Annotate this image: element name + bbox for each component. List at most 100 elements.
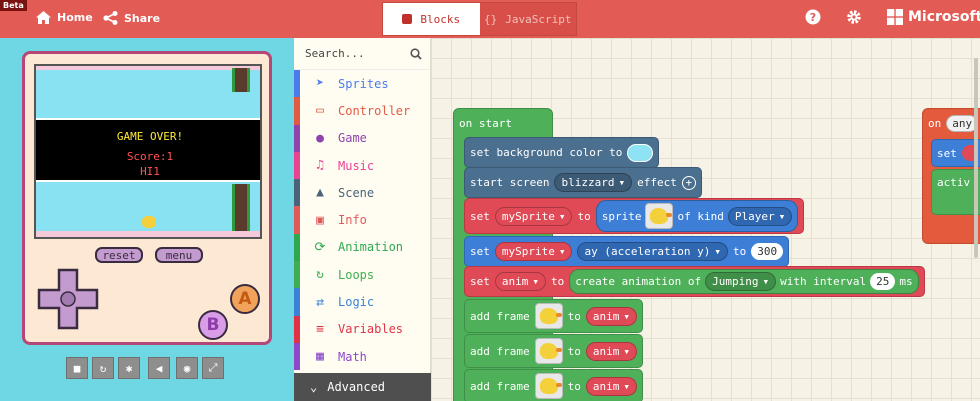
share-label: Share bbox=[124, 11, 161, 25]
restart-icon: ↻ bbox=[99, 361, 107, 375]
image-picker[interactable] bbox=[534, 373, 563, 399]
set-background-block[interactable]: set background color to bbox=[464, 137, 660, 168]
set-sprite-block[interactable]: set mySprite ▾ to sprite of kind Player ▾ bbox=[464, 198, 805, 234]
variable-dropdown[interactable]: anim ▾ bbox=[585, 341, 637, 361]
tab-blocks[interactable]: Blocks bbox=[383, 3, 480, 35]
set-block-partial[interactable]: set bbox=[931, 139, 980, 167]
category-list: ➤ Sprites ▭ Controller ● Game ♫ Music ▲ Scene… bbox=[294, 70, 430, 371]
category-logic[interactable]: ⇄ Logic bbox=[294, 288, 430, 316]
search-box[interactable]: Search... bbox=[294, 38, 430, 70]
chevron-down-icon: ▾ bbox=[778, 209, 786, 223]
image-picker[interactable] bbox=[645, 203, 674, 229]
game-over-text: GAME OVER! bbox=[116, 130, 184, 143]
game-screen[interactable]: GAME OVER! Score:1 HI1 bbox=[34, 64, 262, 239]
to-text: to bbox=[567, 344, 581, 358]
category-sprites[interactable]: ➤ Sprites bbox=[294, 70, 430, 98]
variable-dropdown[interactable]: anim ▾ bbox=[494, 272, 546, 291]
settings-button[interactable] bbox=[846, 9, 862, 25]
reset-button[interactable]: reset bbox=[95, 247, 143, 263]
home-button[interactable]: Home bbox=[36, 11, 93, 24]
category-scene[interactable]: ▲ Scene bbox=[294, 179, 430, 207]
interval-input[interactable]: 25 bbox=[870, 273, 896, 290]
image-picker[interactable] bbox=[534, 338, 563, 364]
variable-dropdown[interactable]: mySprite ▾ bbox=[494, 206, 573, 226]
category-variables[interactable]: ≡ Variables bbox=[294, 315, 430, 343]
microsoft-label: Microsoft bbox=[908, 9, 980, 25]
category-info[interactable]: ▣ Info bbox=[294, 206, 430, 234]
variable-dropdown[interactable]: anim ▾ bbox=[585, 306, 637, 326]
image-picker[interactable] bbox=[534, 303, 563, 329]
button-b[interactable]: B bbox=[198, 310, 228, 340]
paper-plane-icon: ➤ bbox=[316, 76, 324, 92]
variable-value: anim bbox=[592, 379, 620, 393]
variable-dropdown[interactable]: mySprite ▾ bbox=[494, 242, 573, 261]
category-controller[interactable]: ▭ Controller bbox=[294, 97, 430, 125]
blocks-workspace[interactable]: on start set background color to start s… bbox=[431, 38, 980, 401]
menu-button[interactable]: menu bbox=[155, 247, 203, 263]
animation-action-dropdown[interactable]: Jumping ▾ bbox=[705, 272, 777, 291]
duck-icon bbox=[539, 378, 562, 394]
variable-dropdown[interactable]: anim ▾ bbox=[585, 376, 637, 396]
braces-icon: {} bbox=[484, 12, 498, 26]
on-start-label: on start bbox=[459, 117, 512, 130]
screenshot-button[interactable]: ◉ bbox=[176, 357, 198, 379]
simulator-panel: GAME OVER! Score:1 HI1 reset menu A B ■ … bbox=[0, 38, 294, 401]
home-label: Home bbox=[57, 11, 93, 24]
category-label: Animation bbox=[338, 240, 404, 255]
mute-button[interactable]: ◀ bbox=[148, 357, 170, 379]
category-advanced[interactable]: ⌄ Advanced bbox=[294, 373, 431, 401]
set-acceleration-block[interactable]: set mySprite ▾ ay (acceleration y) ▾ to 30… bbox=[464, 236, 790, 267]
chevron-down-icon: ⌄ bbox=[310, 380, 318, 394]
set-text: set bbox=[937, 146, 957, 160]
duck-icon bbox=[650, 208, 673, 224]
add-frame-block-1[interactable]: add frame to anim ▾ bbox=[464, 299, 643, 333]
circle-icon: ● bbox=[316, 130, 324, 146]
add-frame-block-2[interactable]: add frame to anim ▾ bbox=[464, 334, 643, 368]
to-text: to bbox=[577, 209, 591, 223]
headphones-icon: ♫ bbox=[316, 158, 324, 174]
search-input[interactable]: Search... bbox=[305, 47, 365, 60]
category-label: Game bbox=[338, 131, 367, 146]
effect-dropdown[interactable]: blizzard ▾ bbox=[554, 173, 633, 192]
activate-block-partial[interactable]: activ bbox=[931, 169, 980, 215]
share-icon bbox=[103, 11, 118, 25]
on-any-block[interactable]: on any set activ bbox=[922, 108, 980, 244]
to-text: to bbox=[551, 275, 565, 288]
event-value: any bbox=[952, 117, 973, 130]
set-text: set bbox=[470, 275, 490, 288]
to-text: to bbox=[732, 245, 747, 258]
set-anim-block[interactable]: set anim ▾ to create animation of Jumping… bbox=[464, 266, 925, 297]
stop-button[interactable]: ■ bbox=[66, 357, 88, 379]
start-screen-block[interactable]: start screen blizzard ▾ effect + bbox=[464, 167, 702, 198]
microsoft-logo[interactable]: Microsoft bbox=[887, 9, 980, 25]
share-button[interactable]: Share bbox=[103, 11, 160, 25]
sprite-of-kind-block[interactable]: sprite of kind Player ▾ bbox=[595, 200, 799, 232]
button-a[interactable]: A bbox=[230, 284, 260, 314]
chevron-down-icon: ▾ bbox=[532, 275, 539, 288]
plus-icon[interactable]: + bbox=[681, 175, 696, 190]
property-dropdown[interactable]: ay (acceleration y) ▾ bbox=[577, 242, 728, 261]
fullscreen-button[interactable]: ⤢ bbox=[202, 357, 224, 379]
restart-button[interactable]: ↻ bbox=[92, 357, 114, 379]
workspace-scrollbar[interactable] bbox=[974, 58, 978, 258]
dpad[interactable] bbox=[37, 268, 99, 330]
acceleration-input[interactable]: 300 bbox=[751, 243, 784, 260]
chevron-down-icon: ▾ bbox=[618, 176, 626, 189]
microsoft-logo-icon bbox=[887, 9, 903, 25]
category-math[interactable]: ▦ Math bbox=[294, 342, 430, 371]
kind-dropdown[interactable]: Player ▾ bbox=[727, 206, 793, 226]
ground-strip bbox=[36, 66, 260, 70]
category-label: Scene bbox=[338, 185, 375, 200]
svg-text:?: ? bbox=[810, 11, 816, 24]
stop-icon: ■ bbox=[73, 361, 81, 375]
tab-javascript[interactable]: {} JavaScript bbox=[480, 3, 577, 35]
category-game[interactable]: ● Game bbox=[294, 124, 430, 152]
category-music[interactable]: ♫ Music bbox=[294, 151, 430, 180]
help-button[interactable]: ? bbox=[805, 9, 821, 25]
category-animation[interactable]: ⟳ Animation bbox=[294, 233, 430, 262]
color-swatch[interactable] bbox=[627, 143, 654, 162]
create-animation-block[interactable]: create animation of Jumping ▾ with interv… bbox=[569, 269, 919, 294]
debug-button[interactable]: ✱ bbox=[118, 357, 140, 379]
add-frame-block-3[interactable]: add frame to anim ▾ bbox=[464, 369, 643, 401]
category-loops[interactable]: ↻ Loops bbox=[294, 261, 430, 289]
